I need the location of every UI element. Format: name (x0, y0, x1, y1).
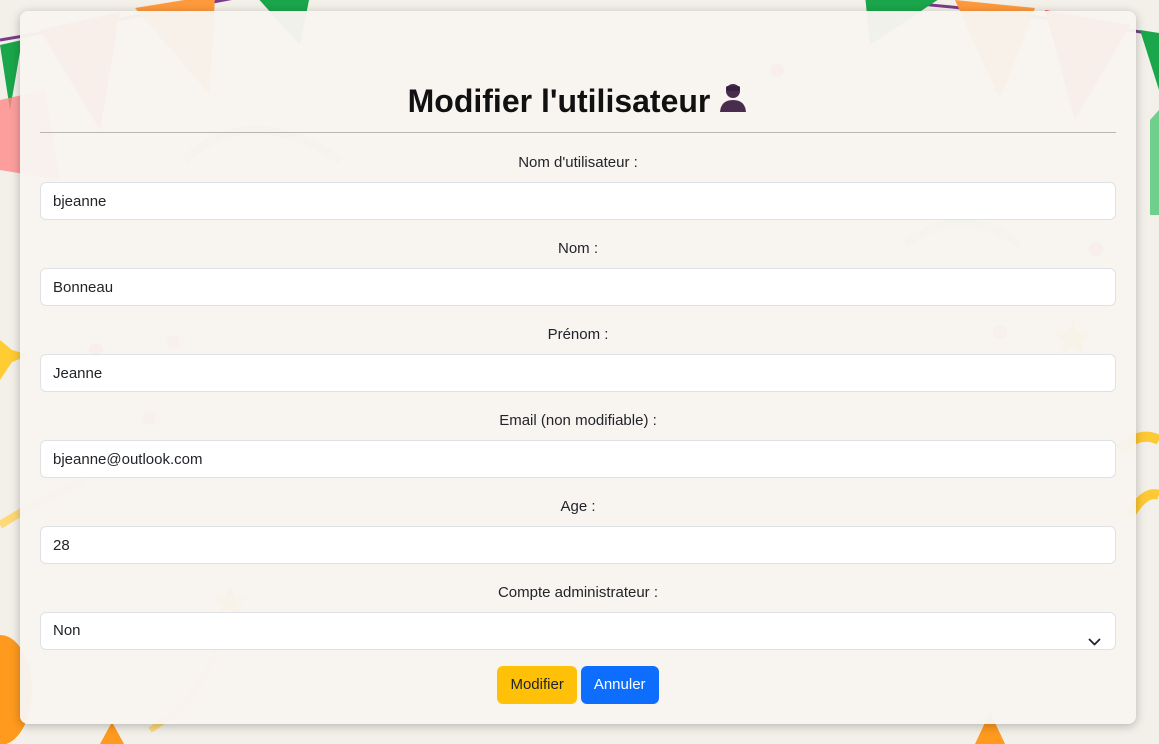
email-input[interactable] (40, 440, 1116, 478)
edit-user-card: Modifier l'utilisateur Nom d'utilisateur… (20, 11, 1136, 724)
modify-button[interactable]: Modifier (497, 666, 577, 704)
firstname-input[interactable] (40, 354, 1116, 392)
cancel-button[interactable]: Annuler (580, 666, 659, 704)
username-input[interactable] (40, 182, 1116, 220)
admin-select[interactable]: Non (40, 612, 1116, 650)
lastname-input[interactable] (40, 268, 1116, 306)
page-title-text: Modifier l'utilisateur (407, 83, 711, 119)
firstname-label: Prénom : (547, 326, 609, 343)
admin-label: Compte administrateur : (497, 584, 659, 601)
age-input[interactable] (40, 526, 1116, 564)
chevron-down-icon (1088, 625, 1101, 661)
age-label: Age : (560, 498, 596, 515)
user-icon (718, 79, 748, 123)
email-label: Email (non modifiable) : (499, 412, 657, 429)
lastname-label: Nom : (557, 240, 598, 257)
admin-select-value: Non (53, 622, 81, 639)
username-label: Nom d'utilisateur : (518, 154, 638, 171)
title-divider (40, 132, 1116, 133)
form-actions: Modifier Annuler (20, 666, 1136, 704)
page-title: Modifier l'utilisateur (40, 79, 1116, 126)
